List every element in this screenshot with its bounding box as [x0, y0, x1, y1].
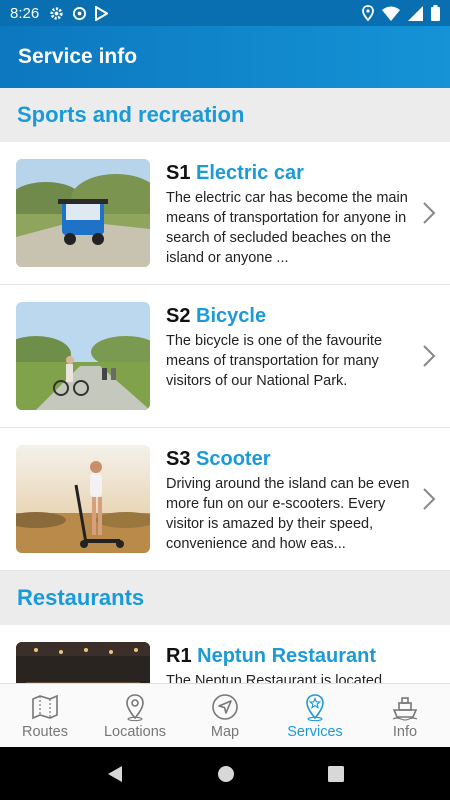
section-header-restaurants: Restaurants: [0, 571, 450, 625]
signal-icon: [408, 5, 423, 21]
wifi-icon: [382, 6, 400, 21]
item-description: Driving around the island can be even mo…: [166, 476, 410, 552]
chevron-right-icon: [423, 488, 436, 510]
gear-icon: [50, 6, 63, 20]
list-item[interactable]: S3 Scooter Driving around the island can…: [0, 428, 450, 571]
compass-arrow-icon: [212, 693, 238, 720]
list-item[interactable]: R1 Neptun Restaurant The Neptun Restaura…: [0, 625, 450, 683]
status-bar: 8:26: [0, 0, 450, 26]
item-name: Scooter: [196, 448, 271, 470]
services-pin-icon: [306, 693, 324, 721]
nav-services[interactable]: Services: [270, 684, 360, 747]
nav-map[interactable]: Map: [180, 684, 270, 747]
item-code: S2: [166, 305, 191, 327]
nav-label: Services: [287, 723, 343, 740]
bicycle-photo: [16, 302, 150, 410]
nav-locations[interactable]: Locations: [90, 684, 180, 747]
list-item[interactable]: S1 Electric car The electric car has bec…: [0, 142, 450, 285]
item-name: Bicycle: [196, 305, 267, 327]
item-name: Electric car: [196, 162, 304, 184]
system-nav-bar: [0, 747, 450, 800]
service-list[interactable]: Sports and recreation S1 Electric car Th…: [0, 88, 450, 683]
nav-label: Routes: [22, 723, 68, 740]
nav-info[interactable]: Info: [360, 684, 450, 747]
chevron-right-icon: [423, 345, 436, 367]
item-name: Neptun Restaurant: [197, 645, 377, 667]
list-item[interactable]: S2 Bicycle The bicycle is one of the fav…: [0, 285, 450, 428]
item-code: S3: [166, 448, 191, 470]
ship-icon: [392, 696, 418, 721]
nav-label: Locations: [103, 723, 167, 740]
nav-label: Map: [210, 723, 240, 740]
electric-car-photo: [16, 159, 150, 267]
home-icon[interactable]: [217, 765, 235, 783]
status-time: 8:26: [10, 4, 40, 22]
item-description: The bicycle is one of the favourite mean…: [166, 333, 383, 389]
location-pin-icon: [126, 693, 144, 721]
section-header-sports: Sports and recreation: [0, 88, 450, 142]
play-store-icon: [95, 5, 109, 21]
item-description: The Neptun Restaurant is located: [166, 673, 383, 683]
nav-label: Info: [392, 723, 418, 740]
back-icon[interactable]: [106, 765, 124, 783]
item-code: S1: [166, 162, 191, 184]
map-fold-icon: [32, 694, 58, 719]
restaurant-photo: [16, 642, 150, 683]
recents-icon[interactable]: [327, 765, 344, 782]
scooter-photo: [16, 445, 150, 553]
nav-routes[interactable]: Routes: [0, 684, 90, 747]
location-icon: [362, 5, 374, 21]
item-code: R1: [166, 645, 192, 667]
item-description: The electric car has become the main mea…: [166, 190, 408, 266]
page-title: Service info: [18, 45, 138, 68]
at-icon: [73, 6, 87, 20]
bottom-nav: Routes Locations Map Services Info: [0, 683, 450, 747]
chevron-right-icon: [423, 202, 436, 224]
app-bar: Service info: [0, 26, 450, 88]
battery-icon: [431, 5, 440, 21]
